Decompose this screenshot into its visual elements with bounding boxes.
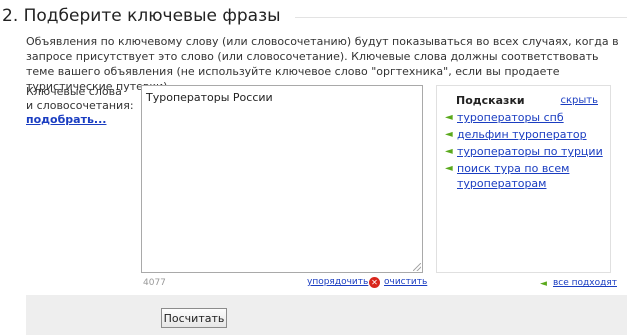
section-header: 2. Подберите ключевые фразы	[2, 4, 627, 28]
hint-item-label[interactable]: туроператоры спб	[457, 110, 564, 125]
hints-title: Подсказки	[456, 94, 525, 107]
hint-item-label[interactable]: поиск тура по всем туроператорам	[457, 161, 605, 191]
hint-item[interactable]: ◄ туроператоры спб	[445, 110, 605, 125]
hide-hints-link[interactable]: скрыть	[561, 95, 599, 106]
arrow-left-icon: ◄	[540, 279, 547, 289]
keywords-textarea[interactable]	[142, 86, 422, 272]
section-title: 2. Подберите ключевые фразы	[2, 6, 281, 26]
calculate-button[interactable]: Посчитать	[161, 308, 227, 328]
hints-list: ◄ туроператоры спб ◄ дельфин туроператор…	[445, 110, 605, 193]
arrow-left-icon: ◄	[445, 112, 453, 123]
keywords-label-block: Ключевые слова и словосочетания: подобра…	[26, 85, 136, 127]
hint-item[interactable]: ◄ туроператоры по турции	[445, 144, 605, 159]
keywords-textarea-wrapper	[141, 85, 423, 273]
clear-keywords-link[interactable]: очистить	[384, 277, 427, 287]
arrow-left-icon: ◄	[445, 146, 453, 157]
clear-icon[interactable]: ✕	[369, 277, 380, 288]
hints-panel: Подсказки скрыть ◄ туроператоры спб ◄ де…	[436, 85, 611, 273]
keywords-label-line1: Ключевые слова	[26, 85, 122, 98]
hint-item[interactable]: ◄ дельфин туроператор	[445, 127, 605, 142]
arrow-left-icon: ◄	[445, 129, 453, 140]
resize-grip-icon[interactable]	[413, 263, 421, 271]
action-bar: Посчитать	[26, 295, 627, 335]
pick-keywords-link[interactable]: подобрать...	[26, 113, 136, 127]
section-divider	[294, 16, 627, 18]
hint-item-label[interactable]: дельфин туроператор	[457, 127, 587, 142]
hints-header: Подсказки скрыть	[456, 94, 606, 108]
character-counter: 4077	[143, 278, 166, 288]
hint-item-label[interactable]: туроператоры по турции	[457, 144, 603, 159]
sort-keywords-link[interactable]: упорядочить	[307, 277, 368, 287]
arrow-left-icon: ◄	[445, 163, 453, 174]
keywords-label-line2: и словосочетания:	[26, 99, 134, 112]
hint-item[interactable]: ◄ поиск тура по всем туроператорам	[445, 161, 605, 191]
all-fits-link[interactable]: все подходят	[553, 278, 617, 288]
